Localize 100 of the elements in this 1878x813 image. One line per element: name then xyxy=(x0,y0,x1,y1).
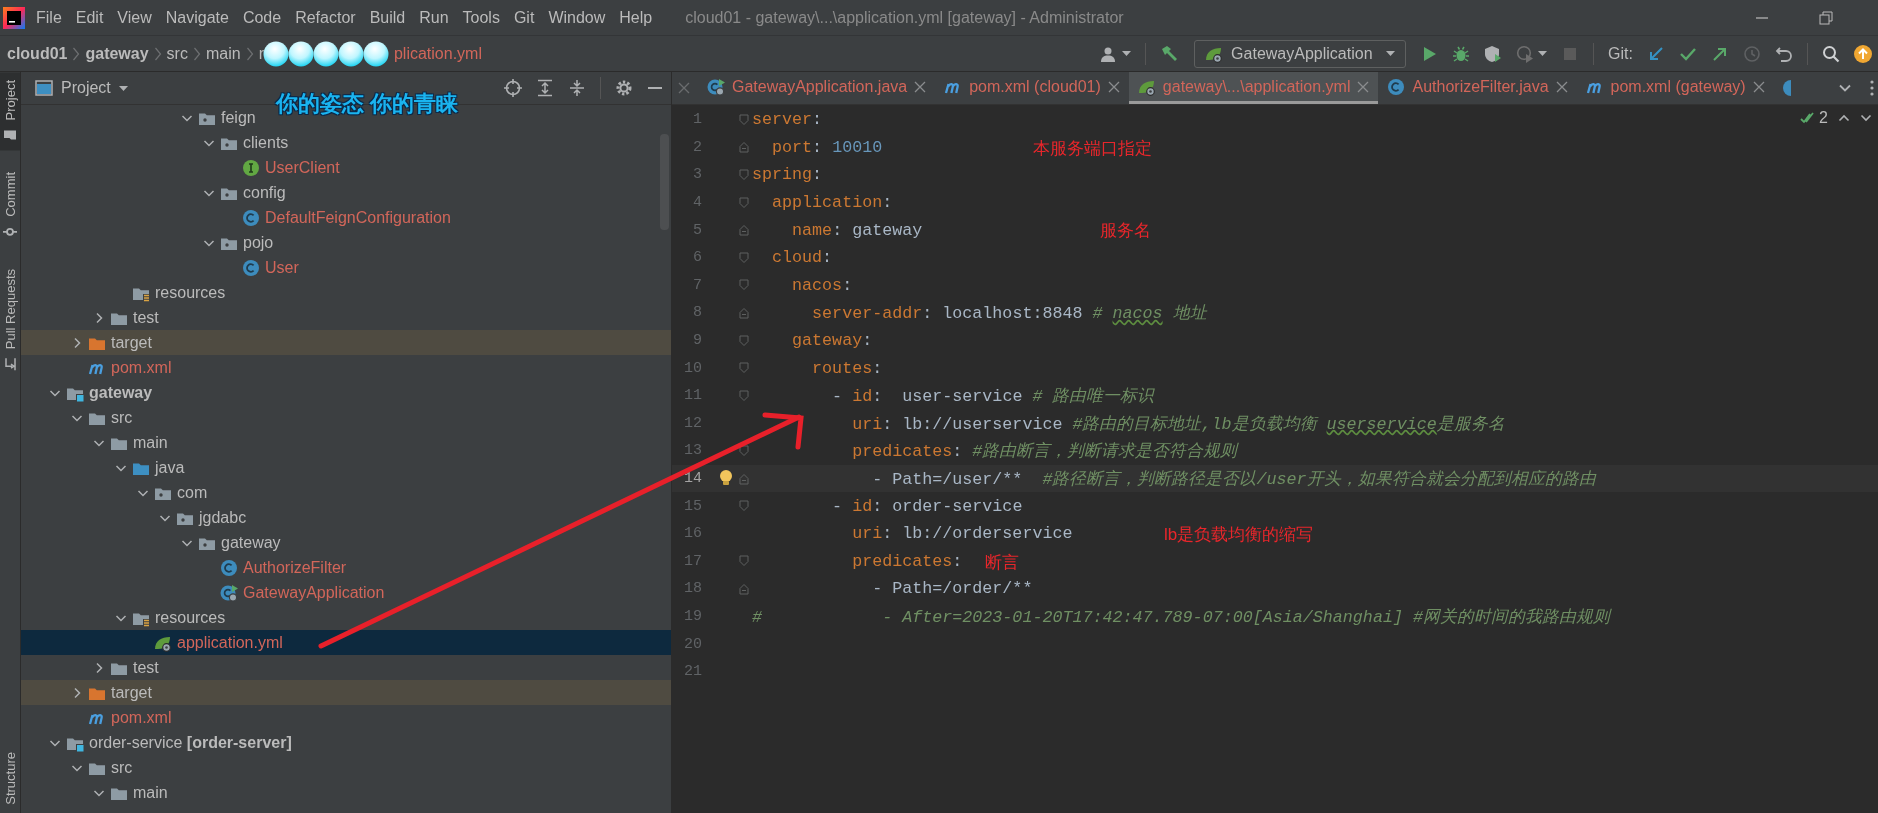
menu-item[interactable]: View xyxy=(110,8,159,27)
update-icon[interactable] xyxy=(1854,44,1872,63)
editor-tab[interactable]: pom.xml (cloud01) xyxy=(935,72,1129,104)
tree-item[interactable]: pom.xml xyxy=(21,355,671,380)
shield-icon[interactable] xyxy=(1484,44,1503,63)
line-number: 16 xyxy=(683,525,702,543)
menu-item[interactable]: Window xyxy=(541,8,613,27)
tree-item[interactable]: pom.xml xyxy=(21,705,671,730)
chevron-right-icon xyxy=(153,45,162,62)
editor-tab[interactable]: AuthorizeFilter.java xyxy=(1378,72,1577,104)
tree-item[interactable]: gateway xyxy=(21,530,671,555)
menu-item[interactable]: Git xyxy=(506,8,542,27)
line-number: 5 xyxy=(692,221,702,239)
side-tab[interactable]: Structure xyxy=(0,744,20,813)
menu-item[interactable]: Edit xyxy=(68,8,111,27)
tree-item[interactable]: clients xyxy=(21,130,671,155)
fold-icon[interactable] xyxy=(739,472,749,485)
tree-item[interactable]: config xyxy=(21,180,671,205)
line-number: 8 xyxy=(692,304,702,322)
clock-icon[interactable] xyxy=(1516,44,1535,63)
editor-tab[interactable]: GatewayApplication.java xyxy=(698,72,936,104)
side-tab[interactable]: Project xyxy=(0,72,20,151)
menu-item[interactable]: Refactor xyxy=(288,8,363,27)
editor-tab[interactable]: pom.xml (gateway) xyxy=(1576,72,1774,104)
tree-item[interactable]: UserClient xyxy=(21,155,671,180)
close-icon[interactable] xyxy=(1555,80,1568,93)
more-icon[interactable] xyxy=(1870,80,1874,96)
breadcrumb-item[interactable]: r xyxy=(258,44,264,63)
chevron-right-icon xyxy=(192,45,201,62)
tree-item[interactable]: target xyxy=(21,330,671,355)
tree-item[interactable]: GatewayApplication xyxy=(21,580,671,605)
caret-icon[interactable] xyxy=(118,85,128,91)
code-line: - Path=/user/** #路径断言，判断路径是否以/user开头，如果符合就会分配到相应的路由 xyxy=(871,469,1596,490)
chevron-up-icon[interactable] xyxy=(1838,112,1850,124)
breadcrumb-item[interactable]: gateway xyxy=(85,44,149,63)
menu-item[interactable]: Help xyxy=(612,8,660,27)
close-icon[interactable] xyxy=(1107,80,1120,93)
side-tab[interactable]: Commit xyxy=(0,164,20,248)
tree-item[interactable]: resources xyxy=(21,280,671,305)
code-line: - id: user-service # 路由唯一标识 xyxy=(831,386,1155,408)
fold-icon[interactable] xyxy=(739,141,749,154)
tree-item[interactable]: src xyxy=(21,755,671,780)
search-icon[interactable] xyxy=(1822,44,1840,63)
fold-icon[interactable] xyxy=(739,582,749,595)
tree-item[interactable]: resources xyxy=(21,605,671,630)
line-number: 17 xyxy=(683,552,702,570)
tree-item[interactable]: order-service [order-server] xyxy=(21,730,671,755)
settings-icon[interactable] xyxy=(615,79,633,97)
tree-item[interactable]: java xyxy=(21,455,671,480)
run-config-dropdown[interactable]: GatewayApplication xyxy=(1194,39,1407,68)
menu-item[interactable]: File xyxy=(29,8,69,27)
expand-all-icon[interactable] xyxy=(536,79,554,97)
caret-icon[interactable] xyxy=(1122,51,1132,56)
breadcrumb-item[interactable]: cloud01 xyxy=(7,44,68,63)
tree-item[interactable]: main xyxy=(21,430,671,455)
fold-icon[interactable] xyxy=(739,224,749,237)
collapse-all-icon[interactable] xyxy=(568,79,586,97)
tree-item[interactable]: application.yml xyxy=(21,630,671,655)
class-icon[interactable] xyxy=(1781,79,1791,97)
tree-item[interactable]: gateway xyxy=(21,380,671,405)
bug-icon[interactable] xyxy=(1452,44,1471,63)
inspection-count[interactable]: 2 xyxy=(1800,109,1828,127)
menu-item[interactable]: Tools xyxy=(455,8,507,27)
class-icon xyxy=(242,208,260,227)
arrow-icon[interactable] xyxy=(1647,44,1665,63)
chevron-down-icon[interactable] xyxy=(1860,112,1872,124)
undo-icon[interactable] xyxy=(1775,44,1793,63)
crosshair-icon[interactable] xyxy=(504,79,522,97)
breadcrumb-item[interactable]: main xyxy=(205,44,241,63)
tree-item[interactable]: pojo xyxy=(21,230,671,255)
restore-icon[interactable] xyxy=(1819,10,1833,25)
menu-item[interactable]: Code xyxy=(235,8,289,27)
fold-icon[interactable] xyxy=(739,444,749,457)
menu-item[interactable]: Build xyxy=(362,8,413,27)
git-label: Git: xyxy=(1608,44,1633,63)
menu-item[interactable]: Navigate xyxy=(158,8,236,27)
tree-item[interactable]: DefaultFeignConfiguration xyxy=(21,205,671,230)
bulb-icon[interactable] xyxy=(718,468,734,487)
fold-icon[interactable] xyxy=(739,306,749,319)
tree-item[interactable]: jgdabc xyxy=(21,505,671,530)
tree-item[interactable]: User xyxy=(21,255,671,280)
breadcrumb-item[interactable]: plication.yml xyxy=(393,44,482,63)
tree-item[interactable]: target xyxy=(21,680,671,705)
code-line: uri: lb://orderservice xyxy=(851,524,1073,544)
line-number: 19 xyxy=(683,608,702,625)
side-tab[interactable]: Pull Requests xyxy=(0,261,20,380)
menu-item[interactable]: Run xyxy=(412,8,456,27)
caret-icon[interactable] xyxy=(1386,51,1396,56)
tree-item[interactable]: com xyxy=(21,480,671,505)
caret-icon[interactable] xyxy=(1538,51,1548,56)
tree-item[interactable]: src xyxy=(21,405,671,430)
tree-item[interactable]: test xyxy=(21,305,671,330)
tree-item[interactable]: AuthorizeFilter xyxy=(21,555,671,580)
close-icon[interactable] xyxy=(1357,80,1370,93)
tree-item[interactable]: main xyxy=(21,780,671,805)
close-icon[interactable] xyxy=(914,80,927,93)
panel-title-dropdown[interactable]: Project xyxy=(35,79,128,97)
close-icon[interactable] xyxy=(1752,80,1765,93)
tree-item[interactable]: test xyxy=(21,655,671,680)
breadcrumb-item[interactable]: src xyxy=(166,44,188,63)
